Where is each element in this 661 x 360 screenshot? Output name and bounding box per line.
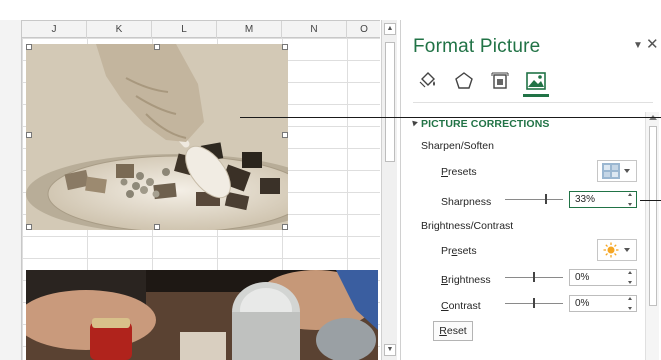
sharpness-value[interactable]: 33% [575, 194, 595, 205]
brightness-spinbox[interactable]: 0% [569, 269, 637, 286]
column-header-m[interactable]: M [217, 21, 282, 38]
pane-vertical-scrollbar[interactable] [645, 112, 659, 360]
slider-thumb[interactable] [533, 272, 535, 282]
contrast-value[interactable]: 0% [575, 298, 589, 309]
resize-handle-bottom-left[interactable] [26, 224, 32, 230]
reset-button[interactable]: Reset [433, 321, 473, 341]
pane-divider [413, 102, 653, 103]
selected-picture[interactable] [26, 44, 288, 230]
brightness-presets-label: Presets [441, 245, 477, 257]
resize-handle-top-right[interactable] [282, 44, 288, 50]
brightness-value[interactable]: 0% [575, 272, 589, 283]
resize-handle-right[interactable] [282, 132, 288, 138]
sharpen-preset-thumbnail-icon [602, 163, 620, 179]
resize-handle-top-left[interactable] [26, 44, 32, 50]
scroll-down-arrow-icon[interactable]: ▼ [384, 344, 396, 356]
sharpen-presets-label: Presets [441, 166, 477, 178]
section-header[interactable]: PICTURE CORRECTIONS [421, 118, 550, 130]
spreadsheet-area[interactable]: J K L M N O [0, 0, 380, 360]
chevron-down-icon[interactable]: ▼ [633, 40, 643, 51]
slider-thumb[interactable] [545, 194, 547, 204]
resize-handle-bottom[interactable] [154, 224, 160, 230]
spin-down-icon[interactable] [628, 203, 632, 206]
close-icon[interactable]: ✕ [646, 35, 659, 53]
sharpness-label: Sharpness [441, 196, 492, 208]
size-properties-icon[interactable] [487, 68, 513, 94]
sheet-vertical-scrollbar[interactable]: ▲ ▼ [381, 20, 397, 360]
picture-icon[interactable] [523, 68, 549, 97]
spin-down-icon[interactable] [628, 281, 632, 284]
row-header-gutter [0, 20, 22, 360]
resize-handle-top[interactable] [154, 44, 160, 50]
spin-up-icon[interactable] [628, 271, 632, 274]
sharpness-slider[interactable] [505, 192, 563, 206]
chevron-down-icon [624, 169, 630, 173]
collapse-triangle-icon[interactable] [410, 118, 418, 127]
spin-up-icon[interactable] [628, 193, 632, 196]
column-header-o[interactable]: O [347, 21, 380, 38]
contrast-label: Contrast [441, 300, 481, 312]
slider-thumb[interactable] [533, 298, 535, 308]
callout-line-picture [240, 117, 661, 118]
column-header-n[interactable]: N [282, 21, 347, 38]
contrast-spinbox[interactable]: 0% [569, 295, 637, 312]
column-header-bar: J K L M N O [22, 20, 380, 38]
canned-goods-image [26, 270, 378, 360]
scroll-up-arrow-icon[interactable]: ▲ [384, 23, 396, 35]
contrast-slider[interactable] [505, 296, 563, 310]
sharpness-spinbox[interactable]: 33% [569, 191, 637, 208]
column-header-k[interactable]: K [87, 21, 152, 38]
pane-scroll-thumb[interactable] [649, 126, 657, 306]
column-header-l[interactable]: L [152, 21, 217, 38]
sharpen-presets-button[interactable] [597, 160, 637, 182]
second-picture[interactable] [26, 270, 378, 360]
spin-up-icon[interactable] [628, 297, 632, 300]
food-plate-image [26, 44, 288, 230]
pane-title: Format Picture [413, 36, 541, 57]
brightness-slider[interactable] [505, 270, 563, 284]
chevron-down-icon [624, 248, 630, 252]
pane-category-tabs [415, 68, 575, 98]
fill-line-icon[interactable] [415, 68, 441, 94]
brightness-label: Brightness [441, 274, 491, 286]
callout-line-sharpness [640, 200, 661, 201]
resize-handle-left[interactable] [26, 132, 32, 138]
sheet-scroll-thumb[interactable] [385, 42, 395, 162]
brightness-contrast-heading: Brightness/Contrast [421, 220, 514, 232]
effects-icon[interactable] [451, 68, 477, 94]
format-picture-pane: Format Picture ▼ ✕ PICTURE CORRECTIONS S… [400, 20, 661, 360]
slider-track [505, 199, 563, 200]
sharpen-soften-heading: Sharpen/Soften [421, 140, 494, 152]
sun-icon [603, 242, 619, 258]
column-header-j[interactable]: J [22, 21, 87, 38]
resize-handle-bottom-right[interactable] [282, 224, 288, 230]
spin-down-icon[interactable] [628, 307, 632, 310]
brightness-presets-button[interactable] [597, 239, 637, 261]
